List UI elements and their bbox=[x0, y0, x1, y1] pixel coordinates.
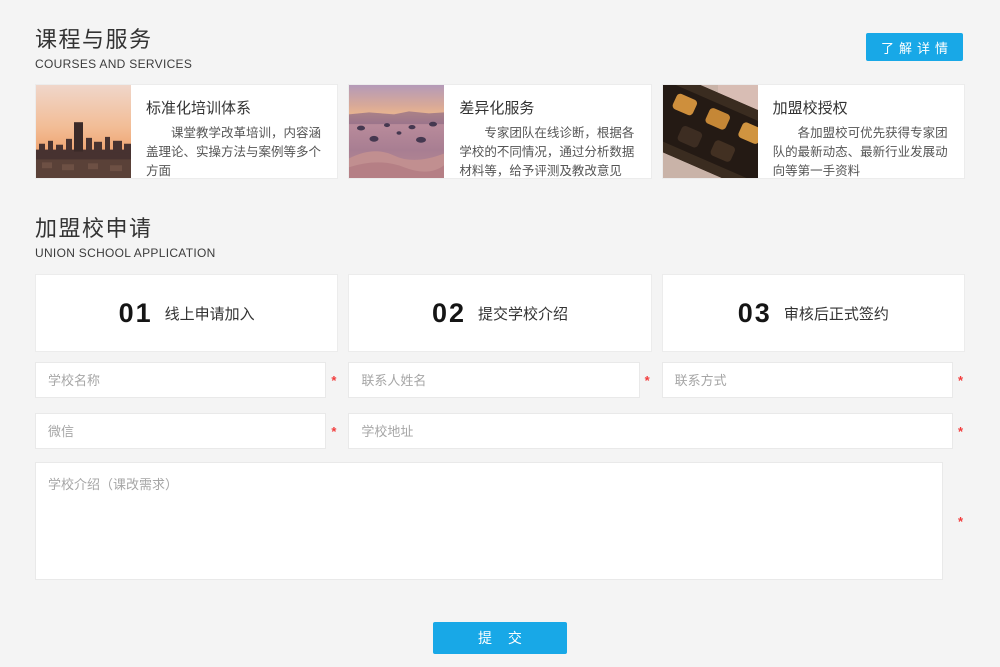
school-name-input[interactable] bbox=[35, 362, 326, 398]
step-number: 03 bbox=[738, 298, 772, 329]
step-submit-intro: 02 提交学校介绍 bbox=[348, 274, 651, 352]
card-standard-training: 标准化培训体系 课堂教学改革培训，内容涵盖理论、实操方法与案例等多个方面 bbox=[35, 84, 338, 179]
film-strip-photo bbox=[663, 85, 758, 178]
application-title: 加盟校申请 bbox=[35, 211, 965, 243]
application-form: * * * * * bbox=[35, 362, 965, 654]
step-number: 02 bbox=[432, 298, 466, 329]
required-asterisk: * bbox=[331, 424, 338, 439]
step-label: 审核后正式签约 bbox=[784, 303, 889, 324]
application-section-header: 加盟校申请 UNION SCHOOL APPLICATION bbox=[35, 179, 965, 260]
required-asterisk: * bbox=[331, 373, 338, 388]
school-name-field-wrap: * bbox=[35, 362, 338, 398]
step-label: 提交学校介绍 bbox=[478, 303, 568, 324]
card-title: 标准化培训体系 bbox=[146, 97, 325, 118]
school-intro-textarea[interactable] bbox=[35, 462, 943, 580]
required-asterisk: * bbox=[645, 373, 652, 388]
wechat-field-wrap: * bbox=[35, 413, 338, 449]
card-franchise-authorization: 加盟校授权 各加盟校可优先获得专家团队的最新动态、最新行业发展动向等第一手资料 bbox=[662, 84, 965, 179]
step-label: 线上申请加入 bbox=[165, 303, 255, 324]
contact-name-input[interactable] bbox=[348, 362, 639, 398]
page: 课程与服务 COURSES AND SERVICES 了解详情 bbox=[0, 0, 1000, 667]
required-asterisk: * bbox=[958, 424, 965, 439]
courses-subtitle: COURSES AND SERVICES bbox=[35, 57, 965, 71]
card-title: 加盟校授权 bbox=[773, 97, 952, 118]
learn-more-button[interactable]: 了解详情 bbox=[866, 33, 963, 61]
card-differentiated-service: 差异化服务 专家团队在线诊断，根据各学校的不同情况，通过分析数据材料等，给予评测… bbox=[348, 84, 651, 179]
card-text: 各加盟校可优先获得专家团队的最新动态、最新行业发展动向等第一手资料 bbox=[773, 124, 952, 179]
contact-phone-field-wrap: * bbox=[662, 362, 965, 398]
courses-section-header: 课程与服务 COURSES AND SERVICES bbox=[35, 0, 965, 71]
card-text: 专家团队在线诊断，根据各学校的不同情况，通过分析数据材料等，给予评测及教改意见 bbox=[459, 124, 638, 179]
card-title: 差异化服务 bbox=[459, 97, 638, 118]
contact-name-field-wrap: * bbox=[348, 362, 651, 398]
application-steps: 01 线上申请加入 02 提交学校介绍 03 审核后正式签约 bbox=[35, 274, 965, 352]
step-apply-online: 01 线上申请加入 bbox=[35, 274, 338, 352]
required-asterisk: * bbox=[958, 514, 965, 529]
step-number: 01 bbox=[119, 298, 153, 329]
contact-phone-input[interactable] bbox=[662, 362, 953, 398]
submit-button[interactable]: 提 交 bbox=[433, 622, 567, 654]
service-cards: 标准化培训体系 课堂教学改革培训，内容涵盖理论、实操方法与案例等多个方面 bbox=[35, 84, 965, 179]
school-address-input[interactable] bbox=[348, 413, 953, 449]
desert-dusk-photo bbox=[349, 85, 444, 178]
school-address-field-wrap: * bbox=[348, 413, 965, 449]
card-text: 课堂教学改革培训，内容涵盖理论、实操方法与案例等多个方面 bbox=[146, 124, 325, 179]
city-skyline-sunset-photo bbox=[36, 85, 131, 178]
courses-title: 课程与服务 bbox=[35, 22, 965, 54]
required-asterisk: * bbox=[958, 373, 965, 388]
wechat-input[interactable] bbox=[35, 413, 326, 449]
step-sign-contract: 03 审核后正式签约 bbox=[662, 274, 965, 352]
application-subtitle: UNION SCHOOL APPLICATION bbox=[35, 246, 965, 260]
